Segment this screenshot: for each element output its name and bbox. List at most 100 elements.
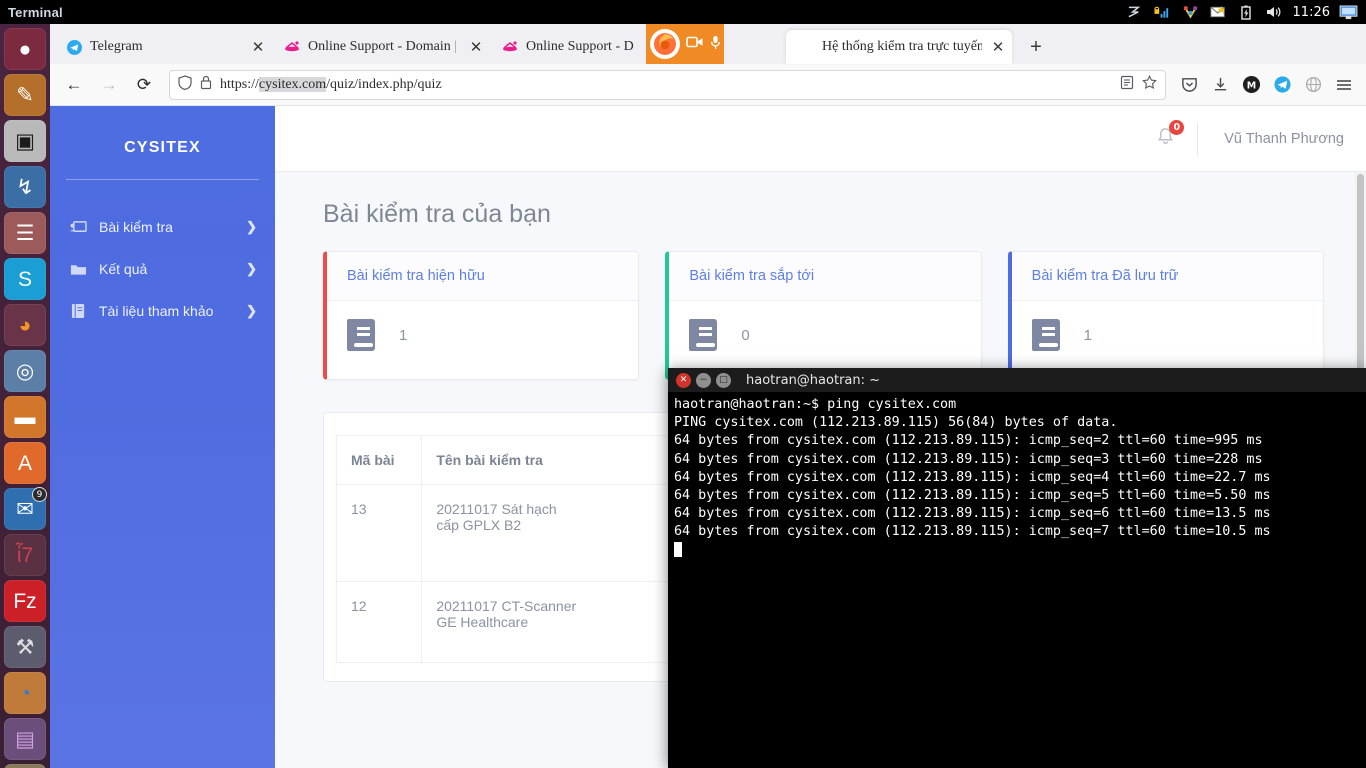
screen-share-indicator[interactable] xyxy=(646,24,724,64)
sidebar-item-label: Kết quả xyxy=(99,261,148,277)
terminal-line: haotran@haotran:~$ ping cysitex.com xyxy=(674,397,957,412)
ubuntu-software-icon[interactable]: A xyxy=(4,442,46,484)
wifi-lock-icon[interactable] xyxy=(1153,4,1172,21)
system-tools-icon[interactable]: ⚒ xyxy=(4,626,46,668)
network-icon[interactable] xyxy=(1125,4,1144,21)
back-button[interactable]: ← xyxy=(58,69,90,101)
terminal-window[interactable]: ✕ − □ haotran@haotran: ~ haotran@haotran… xyxy=(668,368,1366,768)
notifications-button[interactable]: 0 xyxy=(1156,119,1185,151)
summary-cards: Bài kiểm tra hiện hữu 1 Bài kiểm tra sắp… xyxy=(323,251,1324,380)
svg-text:M: M xyxy=(1246,80,1255,91)
text-editor-icon[interactable]: ✎ xyxy=(4,74,46,116)
panel-window-title[interactable]: Terminal xyxy=(0,5,63,20)
terminal-line: 64 bytes from cysitex.com (112.213.89.11… xyxy=(674,488,1271,504)
mega-extension-icon[interactable]: M xyxy=(1237,71,1265,99)
terminal-maximize-button[interactable]: □ xyxy=(716,372,731,388)
vpn-icon[interactable] xyxy=(1181,4,1200,21)
globe-extension-icon[interactable] xyxy=(1299,71,1327,99)
card-title: Bài kiểm tra sắp tới xyxy=(669,252,981,301)
card-count: 1 xyxy=(399,326,408,344)
app-brand[interactable]: CYSITEX xyxy=(50,126,275,179)
url-text[interactable]: https://cysitex.com/quiz/index.php/quiz xyxy=(220,76,1112,93)
browser-tab[interactable]: Online Support - Domain | H ✕ xyxy=(272,30,490,64)
terminal-output[interactable]: haotran@haotran:~$ ping cysitex.com PING … xyxy=(668,392,1366,564)
tab-close-icon[interactable]: ✕ xyxy=(990,38,1006,57)
ubuntu-software-icon-glyph: A xyxy=(17,451,32,475)
zeal-docs-icon[interactable]: ↯ xyxy=(4,166,46,208)
skype-icon-glyph: S xyxy=(17,267,32,291)
star-icon[interactable] xyxy=(1142,74,1157,95)
user-name[interactable]: Vũ Thanh Phương xyxy=(1224,131,1344,147)
system-tray: 11:26 xyxy=(1125,4,1366,21)
folder-icon xyxy=(70,262,87,276)
toolbox-icon[interactable]: ▬ xyxy=(4,396,46,438)
terminal-line: PING cysitex.com (112.213.89.115) 56(84)… xyxy=(674,415,1118,431)
clock[interactable]: 11:26 xyxy=(1293,5,1330,20)
card-count: 0 xyxy=(741,326,750,344)
files-folder-icon[interactable]: ▰ xyxy=(4,764,46,768)
microphone-icon[interactable] xyxy=(710,35,721,54)
pocket-icon[interactable] xyxy=(1175,71,1203,99)
mail-icon[interactable] xyxy=(1209,4,1228,21)
new-tab-button[interactable]: + xyxy=(1022,36,1050,59)
site-favicon xyxy=(798,39,814,55)
terminal-title: haotran@haotran: ~ xyxy=(746,372,881,388)
terminal-icon[interactable]: ▣ xyxy=(4,120,46,162)
firefox-icon[interactable]: ◔ xyxy=(4,672,46,714)
terminal-title-bar[interactable]: ✕ − □ haotran@haotran: ~ xyxy=(668,368,1366,392)
camera-icon[interactable] xyxy=(686,35,704,53)
table-header-ten[interactable]: Tên bài kiểm tra xyxy=(421,435,700,485)
exam-icon xyxy=(70,220,87,235)
page-title: Bài kiểm tra của bạn xyxy=(323,200,551,228)
display-icon[interactable] xyxy=(1339,4,1358,21)
file-archive-icon[interactable]: ☰ xyxy=(4,212,46,254)
forward-button[interactable]: → xyxy=(93,69,125,101)
app-topbar: 0 Vũ Thanh Phương xyxy=(275,106,1366,172)
skype-icon[interactable]: S xyxy=(4,258,46,300)
app-menu-icon[interactable] xyxy=(1330,71,1358,99)
tab-close-icon[interactable]: ✕ xyxy=(468,38,484,57)
thunderbird-icon[interactable]: ✉ 9 xyxy=(4,487,47,530)
terminal-line: 64 bytes from cysitex.com (112.213.89.11… xyxy=(674,524,1271,540)
filezilla-icon[interactable]: Fz xyxy=(4,580,46,622)
reader-view-icon[interactable] xyxy=(1120,75,1134,95)
terminal-close-button[interactable]: ✕ xyxy=(676,372,691,388)
shield-icon[interactable] xyxy=(178,74,192,95)
card-bai-kiem-tra-da-luu-tru[interactable]: Bài kiểm tra Đã lưu trữ 1 xyxy=(1007,251,1324,380)
downloads-icon[interactable] xyxy=(1206,71,1234,99)
video-editor-icon[interactable]: ▤ xyxy=(4,718,46,760)
firefox-icon xyxy=(650,29,680,59)
telegram-extension-icon[interactable] xyxy=(1268,71,1296,99)
tab-close-icon[interactable]: ✕ xyxy=(250,38,266,57)
dock-badge: 9 xyxy=(32,487,47,502)
desktop-top-panel: Terminal 11:26 xyxy=(0,0,1366,24)
card-body: 1 xyxy=(327,301,638,379)
lock-icon[interactable] xyxy=(200,75,212,95)
sidebar-item-ket-qua[interactable]: Kết quả ❯ xyxy=(50,248,275,290)
reload-button[interactable]: ⟳ xyxy=(128,69,160,101)
sidebar-item-tai-lieu-tham-khao[interactable]: Tài liệu tham khảo ❯ xyxy=(50,290,275,332)
desktop-dock: ●✎▣↯☰S◕◎▬A✉9ἷ7Fz⚒◔▤▰▽ xyxy=(0,24,50,768)
volume-icon[interactable] xyxy=(1265,4,1284,21)
terminal-minimize-button[interactable]: − xyxy=(696,372,711,388)
support-favicon xyxy=(284,39,300,55)
video-editor-icon-glyph: ▤ xyxy=(15,727,35,751)
terminal-line: 64 bytes from cysitex.com (112.213.89.11… xyxy=(674,506,1271,522)
browser-tab[interactable]: Telegram ✕ xyxy=(54,30,272,64)
card-bai-kiem-tra-hien-huu[interactable]: Bài kiểm tra hiện hữu 1 xyxy=(323,251,640,380)
book-icon xyxy=(70,303,87,319)
ubuntu-dash-icon-glyph: ● xyxy=(18,37,32,61)
browser-tab-active[interactable]: Hệ thống kiểm tra trực tuyến - B ✕ xyxy=(786,30,1012,64)
card-bai-kiem-tra-sap-toi[interactable]: Bài kiểm tra sắp tới 0 xyxy=(665,251,982,380)
text-editor-icon-glyph: ✎ xyxy=(16,83,34,107)
address-bar[interactable]: https://cysitex.com/quiz/index.php/quiz xyxy=(169,69,1166,100)
chromium-icon[interactable]: ◎ xyxy=(4,350,46,392)
ubuntu-dash-icon[interactable]: ● xyxy=(4,28,46,70)
wine-icon[interactable]: ἷ7 xyxy=(4,534,46,576)
battery-icon[interactable] xyxy=(1237,4,1256,21)
table-header-ma-bai[interactable]: Mã bài xyxy=(335,435,423,485)
sidebar-item-bai-kiem-tra[interactable]: Bài kiểm tra ❯ xyxy=(50,206,275,248)
chevron-right-icon: ❯ xyxy=(246,303,257,318)
flame-browser-icon[interactable]: ◕ xyxy=(4,304,46,346)
wine-icon-glyph: ἷ7 xyxy=(16,543,34,567)
